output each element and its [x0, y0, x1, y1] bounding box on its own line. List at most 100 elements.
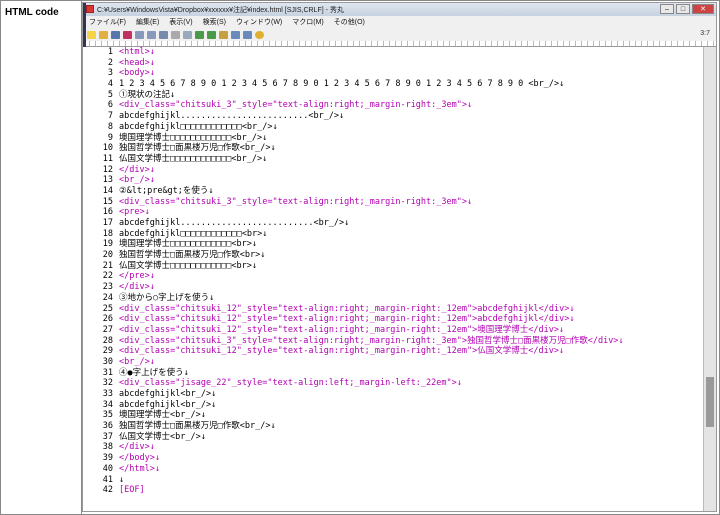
menu-bar: ファイル(F) 編集(E) 表示(V) 検索(S) ウィンドウ(W) マクロ(M) その他(… — [83, 17, 716, 28]
line-number: 3 — [107, 68, 113, 79]
line-number: 26 — [102, 314, 113, 325]
line-number: 6 — [107, 100, 113, 111]
line-number: 40 — [102, 463, 113, 474]
code-line: 36 独国哲学博士□面黒楼万児□作歌<br_/>↓ — [83, 421, 704, 432]
menu-item[interactable]: 表示(V) — [169, 17, 192, 28]
line-text: 独国哲学博士□面黒楼万児□作歌<br_/>↓ — [119, 421, 276, 432]
code-line: 31 ④●字上げを使う↓ — [83, 368, 704, 379]
code-line: 32 <div_class="jisage_22"_style="text-ali… — [83, 378, 704, 389]
code-line: 12 </div>↓ — [83, 165, 704, 176]
code-line: 21 仏国文学博士□□□□□□□□□□□□<br>↓ — [83, 261, 704, 272]
cut-icon[interactable] — [135, 30, 144, 39]
code-line: 13 <br_/>↓ — [83, 175, 704, 186]
code-line: 25 <div_class="chitsuki_12"_style="text-a… — [83, 304, 704, 315]
line-number: 25 — [102, 303, 113, 314]
line-number: 15 — [102, 196, 113, 207]
copy-icon[interactable] — [147, 30, 156, 39]
vertical-scrollbar[interactable] — [703, 47, 716, 511]
find-next-icon[interactable] — [195, 30, 204, 39]
help-icon[interactable] — [255, 30, 264, 39]
line-text: 墺国理学博士<br_/>↓ — [119, 410, 206, 421]
line-text: <pre>↓ — [119, 207, 150, 218]
code-line: 34 abcdefghijkl<br_/>↓ — [83, 400, 704, 411]
text-area[interactable]: 1 <html>↓ 2 <head>↓ 3 <body>↓ 4 1 2 3 4 5 6 7 8… — [83, 47, 704, 511]
line-text: <div_class="chitsuki_3"_style="text-alig… — [119, 196, 473, 207]
line-number: 24 — [102, 292, 113, 303]
menu-item[interactable]: ウィンドウ(W) — [236, 17, 282, 28]
new-file-icon[interactable] — [87, 30, 96, 39]
paste-icon[interactable] — [159, 30, 168, 39]
split-icon[interactable] — [243, 30, 252, 39]
line-number: 37 — [102, 431, 113, 442]
code-line: 41 ↓ — [83, 475, 704, 486]
line-text: 独国哲学博士□面黒楼万児□作歌<br_/>↓ — [119, 143, 276, 154]
save-icon[interactable] — [111, 30, 120, 39]
menu-item[interactable]: 編集(E) — [136, 17, 159, 28]
code-line: 3 <body>↓ — [83, 68, 704, 79]
code-line: 33 abcdefghijkl<br_/>↓ — [83, 389, 704, 400]
line-text: abcdefghijkl□□□□□□□□□□□□<br_/>↓ — [119, 121, 278, 132]
search-icon[interactable] — [183, 30, 192, 39]
line-number: 10 — [102, 143, 113, 154]
scrollbar-thumb[interactable] — [706, 377, 714, 427]
line-number: 20 — [102, 250, 113, 261]
line-text: ②&lt;pre&gt;を使う↓ — [119, 185, 214, 196]
line-number: 41 — [102, 474, 113, 485]
code-line: 18 abcdefghijkl□□□□□□□□□□□□<br>↓ — [83, 229, 704, 240]
code-line: 24 ③地から○字上げを使う↓ — [83, 293, 704, 304]
line-number: 39 — [102, 453, 113, 464]
code-line: 5 ①現状の注記↓ — [83, 90, 704, 101]
maximize-button[interactable]: □ — [676, 4, 690, 14]
line-text: ③地から○字上げを使う↓ — [119, 292, 215, 303]
close-button[interactable]: ✕ — [692, 4, 714, 14]
code-line: 8 abcdefghijkl□□□□□□□□□□□□<br_/>↓ — [83, 122, 704, 133]
menu-item[interactable]: マクロ(M) — [292, 17, 324, 28]
minimize-button[interactable]: – — [660, 4, 674, 14]
open-folder-icon[interactable] — [99, 30, 108, 39]
toolbar — [83, 29, 716, 40]
code-line: 7 abcdefghijkl.........................<b… — [83, 111, 704, 122]
line-text: <br_/>↓ — [119, 356, 155, 367]
code-line: 39 </body>↓ — [83, 453, 704, 464]
code-lines: 1 <html>↓ 2 <head>↓ 3 <body>↓ 4 1 2 3 4 5 6 7 8… — [83, 47, 704, 496]
code-line: 9 墺国理学博士□□□□□□□□□□□□<br_/>↓ — [83, 133, 704, 144]
menu-item[interactable]: 検索(S) — [203, 17, 226, 28]
code-line: 2 <head>↓ — [83, 58, 704, 69]
code-line: 22 </pre>↓ — [83, 271, 704, 282]
line-text: abcdefghijkl..........................<b… — [119, 218, 350, 228]
window-controls: – □ ✕ — [660, 4, 714, 14]
line-text: <div_class="chitsuki_3"_style="text-alig… — [119, 100, 473, 111]
line-text: <div_class="chitsuki_12"_style="text-ali… — [119, 324, 565, 335]
line-text: <head>↓ — [119, 57, 155, 68]
line-number: 12 — [102, 164, 113, 175]
line-text: 独国哲学博士□面黒楼万児□作歌<br>↓ — [119, 250, 266, 261]
line-text: </pre>↓ — [119, 271, 155, 282]
line-number: 28 — [102, 335, 113, 346]
line-number: 8 — [107, 121, 113, 132]
undo-icon[interactable] — [171, 30, 180, 39]
line-number: 11 — [102, 153, 113, 164]
line-text: 仏国文学博士<br_/>↓ — [119, 431, 206, 442]
window-icon[interactable] — [231, 30, 240, 39]
code-line: 28 <div_class="chitsuki_3"_style="text-al… — [83, 336, 704, 347]
line-number: 35 — [102, 410, 113, 421]
menu-item[interactable]: その他(O) — [334, 17, 365, 28]
line-number: 29 — [102, 346, 113, 357]
line-number: 38 — [102, 442, 113, 453]
title-bar: C:¥Users¥WindowsVista¥Dropbox¥xxxxxx¥注記¥… — [83, 3, 716, 16]
code-line: 20 独国哲学博士□面黒楼万児□作歌<br>↓ — [83, 250, 704, 261]
line-text: [EOF] — [119, 485, 145, 496]
line-text: 墺国理学博士□□□□□□□□□□□□<br_/>↓ — [119, 132, 268, 143]
code-line: 6 <div_class="chitsuki_3"_style="text-ali… — [83, 100, 704, 111]
line-number: 21 — [102, 260, 113, 271]
menu-item[interactable]: ファイル(F) — [89, 17, 126, 28]
line-number: 19 — [102, 239, 113, 250]
label-text: HTML code — [5, 7, 59, 18]
grep-icon[interactable] — [219, 30, 228, 39]
find-prev-icon[interactable] — [207, 30, 216, 39]
code-line: 30 <br_/>↓ — [83, 357, 704, 368]
editor-window: C:¥Users¥WindowsVista¥Dropbox¥xxxxxx¥注記¥… — [82, 2, 717, 512]
macro-icon[interactable] — [123, 30, 132, 39]
line-number: 9 — [107, 132, 113, 143]
line-number: 27 — [102, 324, 113, 335]
